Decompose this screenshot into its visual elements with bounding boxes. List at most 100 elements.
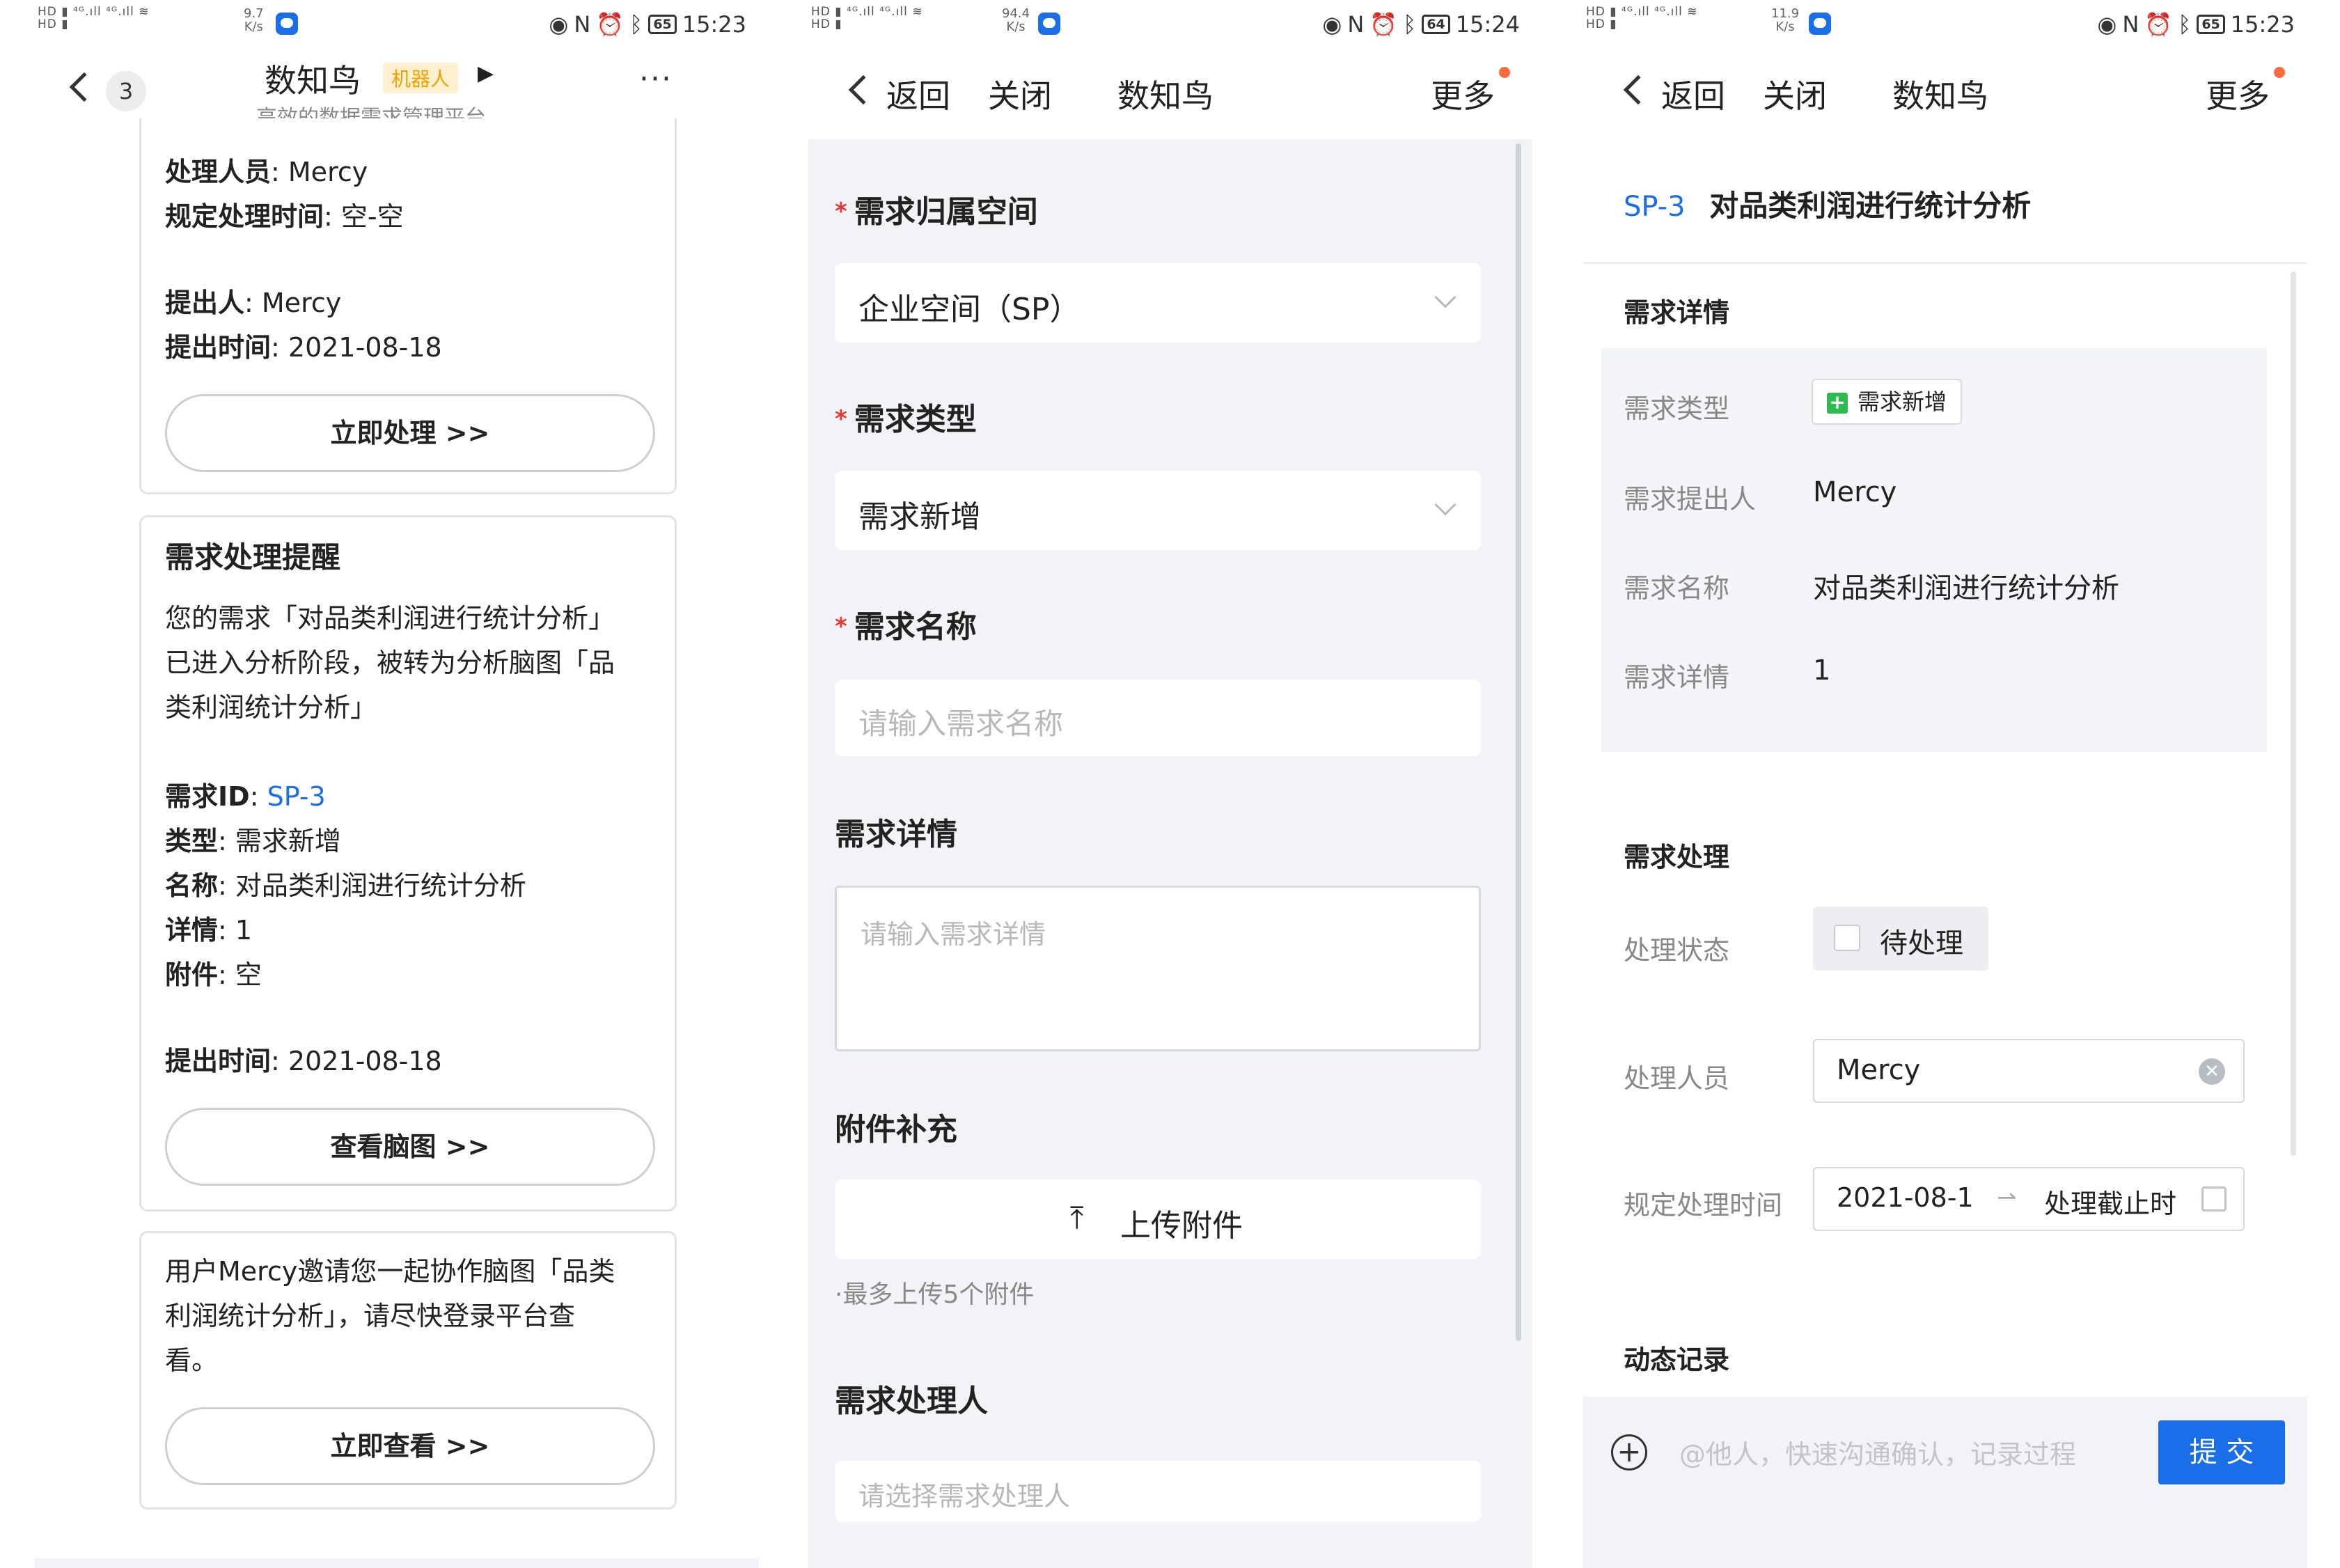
id-separator: : bbox=[249, 781, 267, 812]
requirement-id-link[interactable]: SP-3 bbox=[267, 781, 326, 812]
back-link[interactable]: 返回 bbox=[886, 71, 950, 117]
deadline-range-picker[interactable]: 2021-08-1 ⇀ 处理截止时 bbox=[1813, 1167, 2245, 1231]
detail-textarea[interactable]: 请输入需求详情 bbox=[835, 886, 1481, 1051]
comment-input[interactable]: @他人，快速沟通确认，记录过程 bbox=[1679, 1433, 2076, 1471]
nfc-icon: N bbox=[1347, 11, 1365, 38]
chat-bottom-bar bbox=[35, 1558, 759, 1568]
checkbox[interactable] bbox=[1834, 925, 1860, 951]
back-chevron-icon[interactable] bbox=[848, 75, 879, 105]
scrollbar[interactable] bbox=[2291, 272, 2296, 1156]
battery-icon: 64 bbox=[1422, 15, 1450, 34]
status-right: ◉ N ⏰ ᛒ 64 15:24 bbox=[1322, 11, 1520, 38]
eye-icon: ◉ bbox=[549, 11, 569, 38]
val-deadline: : 空-空 bbox=[324, 201, 404, 232]
chevron-down-icon bbox=[1434, 286, 1456, 308]
bluetooth-icon: ᛒ bbox=[629, 11, 643, 38]
net-speed-unit: K/s bbox=[1775, 19, 1795, 34]
key-detail: 详情 bbox=[165, 915, 219, 946]
key-deadline: 规定处理时间 bbox=[165, 201, 324, 232]
name-input[interactable]: 请输入需求名称 bbox=[835, 680, 1481, 756]
requirement-id[interactable]: SP-3 bbox=[1624, 191, 1686, 223]
chevron-down-icon bbox=[1434, 494, 1456, 516]
net-speed-value: 11.9 bbox=[1771, 6, 1800, 21]
space-select[interactable]: 企业空间（SP） bbox=[835, 263, 1481, 343]
battery-icon: 65 bbox=[648, 15, 677, 34]
handler-select[interactable]: 请选择需求处理人 bbox=[835, 1461, 1481, 1522]
nfc-icon: N bbox=[574, 11, 591, 38]
type-tag-text: 需求新增 bbox=[1858, 389, 1947, 415]
val-name: : 对品类利润进行统计分析 bbox=[218, 870, 526, 901]
section-process-title: 需求处理 bbox=[1624, 842, 1730, 872]
scrollbar[interactable] bbox=[1516, 143, 1521, 1341]
nfc-icon: N bbox=[2122, 11, 2139, 38]
reminder-body-line: 类利润统计分析」 bbox=[165, 692, 377, 723]
key-attachment: 附件 bbox=[165, 959, 219, 990]
bluetooth-icon: ᛒ bbox=[1403, 11, 1417, 38]
alarm-icon: ⏰ bbox=[1369, 11, 1398, 38]
more-icon[interactable]: ··· bbox=[639, 61, 673, 97]
name-label: * 需求名称 bbox=[835, 602, 977, 646]
view-now-button[interactable]: 立即查看 >> bbox=[165, 1407, 655, 1485]
upload-button-label: 上传附件 bbox=[1120, 1208, 1243, 1244]
view-mindmap-button[interactable]: 查看脑图 >> bbox=[165, 1108, 655, 1186]
close-link[interactable]: 关闭 bbox=[1763, 71, 1827, 117]
robot-tag: 机器人 bbox=[383, 63, 459, 93]
section-detail-title: 需求详情 bbox=[1624, 297, 1730, 328]
create-requirement-panel: HD ▮ ⁴ᴳ.ıll ⁴ᴳ.ıll ≋ HD ▮ 94.4 K/s ◉ N ⏰ ᛒ… bbox=[808, 0, 1532, 1568]
type-select[interactable]: 需求新增 bbox=[835, 471, 1481, 550]
status-key: 处理状态 bbox=[1624, 935, 1730, 966]
more-link[interactable]: 更多 bbox=[1431, 71, 1495, 117]
handler-input[interactable]: Mercy ✕ bbox=[1813, 1039, 2245, 1103]
requirement-heading: SP-3 对品类利润进行统计分析 bbox=[1624, 182, 2031, 225]
back-chevron-icon[interactable] bbox=[1623, 75, 1654, 105]
add-circle-icon[interactable]: + bbox=[1611, 1434, 1647, 1471]
type-label-text: 需求类型 bbox=[854, 402, 977, 437]
clear-icon[interactable]: ✕ bbox=[2199, 1058, 2225, 1085]
deadline-end[interactable]: 处理截止时 bbox=[2044, 1182, 2176, 1221]
status-bar: HD ▮ ⁴ᴳ.ıll ⁴ᴳ.ıll ≋ HD ▮ 9.7 K/s ◉ N ⏰ ᛒ … bbox=[35, 0, 759, 52]
notify-dot bbox=[1499, 67, 1510, 78]
row-value: 1 bbox=[1813, 654, 1831, 687]
back-chevron-icon[interactable] bbox=[69, 72, 100, 102]
key-proposed-time: 提出时间 bbox=[165, 1046, 272, 1076]
msg-line-proposer: 提出人: Mercy bbox=[165, 281, 341, 320]
message-card-task: 处理人员: Mercy 规定处理时间: 空-空 提出人: Mercy 提出时间:… bbox=[139, 118, 677, 494]
reminder-body-line: 已进入分析阶段，被转为分析脑图「品 bbox=[165, 648, 615, 678]
required-mark: * bbox=[835, 198, 847, 226]
requirement-title: 对品类利润进行统计分析 bbox=[1709, 189, 2032, 223]
val-type: : 需求新增 bbox=[218, 826, 341, 856]
nav-bar: 返回 关闭 数知鸟 更多 bbox=[1583, 52, 2307, 139]
deadline-start[interactable]: 2021-08-1 bbox=[1837, 1182, 1983, 1213]
alarm-icon: ⏰ bbox=[596, 11, 625, 38]
clock: 15:23 bbox=[682, 11, 746, 38]
more-link[interactable]: 更多 bbox=[2206, 71, 2270, 117]
eye-icon: ◉ bbox=[2097, 11, 2117, 38]
app-notification-icon bbox=[1038, 13, 1060, 35]
process-now-button[interactable]: 立即处理 >> bbox=[165, 394, 655, 472]
detail-label: 需求详情 bbox=[835, 817, 957, 852]
submit-button[interactable]: 提 交 bbox=[2158, 1420, 2285, 1484]
unread-badge[interactable]: 3 bbox=[106, 71, 146, 111]
val-attachment: : 空 bbox=[218, 959, 262, 990]
invite-body-line: 看。 bbox=[165, 1345, 219, 1376]
status-right: ◉ N ⏰ ᛒ 65 15:23 bbox=[549, 11, 746, 38]
close-link[interactable]: 关闭 bbox=[988, 71, 1052, 117]
upload-hint: ·最多上传5个附件 bbox=[835, 1280, 1035, 1309]
val-detail: : 1 bbox=[218, 915, 253, 946]
bluetooth-icon: ᛒ bbox=[2178, 11, 2192, 38]
signal-icon: HD ▮ ⁴ᴳ.ıll ⁴ᴳ.ıll ≋ HD ▮ bbox=[811, 5, 923, 31]
net-speed-unit: K/s bbox=[244, 19, 263, 34]
status-value: 待处理 bbox=[1880, 927, 1963, 959]
eye-icon: ◉ bbox=[1322, 11, 1342, 38]
upload-attachment-button[interactable]: ⤒ 上传附件 bbox=[835, 1179, 1481, 1259]
key-type: 类型 bbox=[165, 826, 219, 856]
handler-input-value: Mercy bbox=[1837, 1054, 1921, 1086]
back-link[interactable]: 返回 bbox=[1661, 71, 1725, 117]
reminder-body-line: 您的需求「对品类利润进行统计分析」 bbox=[165, 603, 615, 634]
section-log-title: 动态记录 bbox=[1624, 1344, 1730, 1375]
status-checkbox-button[interactable]: 待处理 bbox=[1813, 907, 1988, 971]
msg-line-handler: 处理人员: Mercy bbox=[165, 150, 368, 189]
caret-right-icon[interactable]: ▶ bbox=[478, 61, 494, 86]
type-tag: + 需求新增 bbox=[1812, 379, 1963, 425]
status-bar: HD ▮ ⁴ᴳ.ıll ⁴ᴳ.ıll ≋ HD ▮ 94.4 K/s ◉ N ⏰ ᛒ… bbox=[808, 0, 1532, 52]
